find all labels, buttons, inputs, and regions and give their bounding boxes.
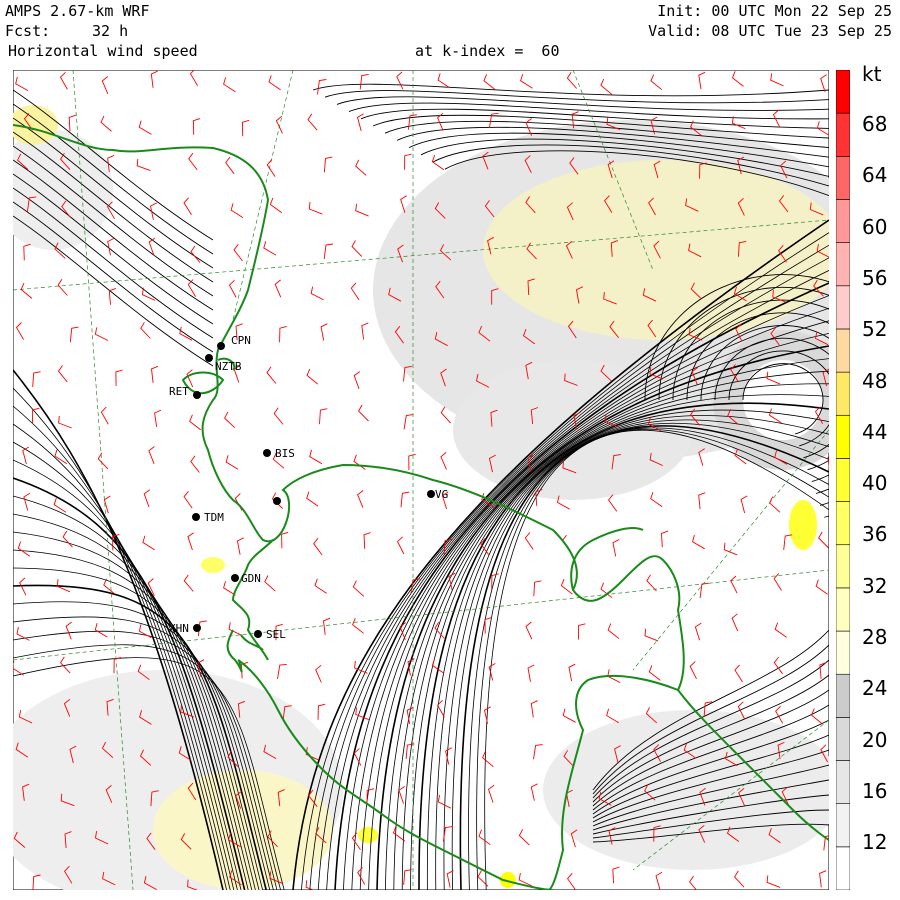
colorbar-tick-label: 12 bbox=[862, 830, 888, 855]
station-dot bbox=[263, 449, 271, 457]
colorbar-swatch bbox=[836, 285, 850, 330]
colorbar-tick-label: 28 bbox=[862, 625, 888, 649]
station-dot bbox=[192, 513, 200, 521]
station-label: TDM bbox=[204, 511, 224, 524]
station-dot bbox=[254, 630, 262, 638]
colorbar-swatch bbox=[836, 156, 850, 200]
colorbar-tick-label: 64 bbox=[862, 163, 888, 188]
station-dot bbox=[205, 354, 213, 362]
valid-time: Valid: 08 UTC Tue 23 Sep 25 bbox=[648, 22, 892, 40]
colorbar-tick-label: 44 bbox=[862, 419, 888, 444]
colorbar-tick-label: 56 bbox=[862, 265, 888, 290]
field-name: Horizontal wind speed bbox=[8, 42, 198, 60]
station-label: BIS bbox=[275, 447, 295, 460]
station-dot bbox=[231, 574, 239, 582]
station-label: XHN bbox=[169, 622, 189, 635]
forecast-hour: 32 h bbox=[92, 22, 129, 40]
colorbar-swatch bbox=[836, 414, 850, 459]
colorbar-swatch bbox=[836, 328, 850, 373]
colorbar-swatch bbox=[836, 587, 850, 632]
colorbar-tick-label: 24 bbox=[862, 676, 888, 701]
colorbar-swatch bbox=[836, 371, 850, 416]
station-dot bbox=[217, 342, 225, 350]
colorbar-swatch bbox=[836, 760, 850, 804]
colorbar-tick-label: 48 bbox=[862, 368, 888, 393]
colorbar-swatch bbox=[836, 544, 850, 589]
station-dot bbox=[193, 624, 201, 632]
init-time: Init: 00 UTC Mon 22 Sep 25 bbox=[657, 2, 892, 20]
wind-map: CPN NZTB RET BIS VG TDM GDN XHN SEL bbox=[13, 70, 829, 890]
colorbar-unit: kt bbox=[862, 62, 882, 86]
colorbar-swatch bbox=[836, 458, 850, 502]
station-label: VG bbox=[435, 488, 448, 501]
station-label: RET bbox=[169, 385, 189, 398]
colorbar-tick-label: 16 bbox=[862, 778, 888, 803]
colorbar-swatch bbox=[836, 630, 850, 675]
colorbar-tick-label: 32 bbox=[862, 573, 888, 598]
station-label: SEL bbox=[266, 628, 286, 641]
station-dot bbox=[427, 490, 435, 498]
colorbar-swatch bbox=[836, 70, 850, 114]
colorbar-swatch bbox=[836, 112, 850, 157]
colorbar-tick-label: 36 bbox=[862, 522, 888, 547]
colorbar-swatch bbox=[836, 242, 850, 287]
speed-colorbar bbox=[836, 70, 850, 890]
forecast-label: Fcst: bbox=[5, 22, 51, 40]
colorbar-tick-label: 52 bbox=[862, 317, 888, 342]
colorbar-swatch bbox=[836, 846, 850, 890]
station-dot bbox=[273, 497, 281, 505]
colorbar-swatch bbox=[836, 673, 850, 718]
station-label: GDN bbox=[241, 572, 261, 585]
colorbar-tick-label: 68 bbox=[862, 112, 888, 136]
level-info: at k-index = 60 bbox=[415, 42, 560, 60]
colorbar-swatch bbox=[836, 501, 850, 546]
colorbar-tick-label: 60 bbox=[862, 214, 888, 239]
colorbar-swatch bbox=[836, 803, 850, 848]
station-dot bbox=[193, 391, 201, 399]
colorbar-tick-label: 20 bbox=[862, 727, 888, 752]
station-label: NZTB bbox=[215, 360, 242, 373]
colorbar-tick-label: 40 bbox=[862, 471, 888, 496]
colorbar-swatch bbox=[836, 199, 850, 243]
station-label: CPN bbox=[231, 334, 251, 347]
model-title: AMPS 2.67-km WRF bbox=[5, 2, 150, 20]
colorbar-swatch bbox=[836, 717, 850, 761]
